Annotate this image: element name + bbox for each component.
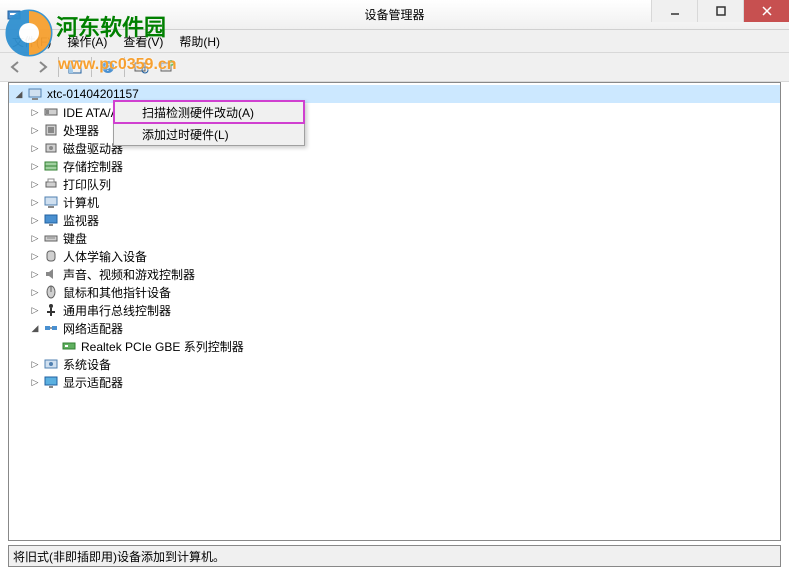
expand-icon[interactable]: ▷ [29, 124, 41, 136]
scan-hardware-button[interactable] [129, 55, 153, 79]
menu-help[interactable]: 帮助(H) [171, 31, 228, 52]
tree-item-network-adapter[interactable]: Realtek PCIe GBE 系列控制器 [9, 337, 780, 355]
expand-icon[interactable]: ▷ [29, 196, 41, 208]
tree-item-label: 网络适配器 [63, 320, 123, 337]
tree-item-label: 键盘 [63, 230, 87, 247]
keyboard-icon [43, 230, 59, 246]
statusbar-text: 将旧式(非即插即用)设备添加到计算机。 [13, 548, 225, 565]
expand-icon[interactable]: ▷ [29, 232, 41, 244]
context-item-label: 添加过时硬件(L) [142, 126, 229, 143]
tree-item[interactable]: ▷ 系统设备 [9, 355, 780, 373]
tree-item-label: 显示适配器 [63, 374, 123, 391]
tree-root-label: xtc-01404201157 [47, 87, 139, 101]
collapse-icon[interactable]: ◢ [13, 88, 25, 100]
toolbar-separator [58, 57, 59, 77]
ide-icon [43, 104, 59, 120]
tree-item-label: 通用串行总线控制器 [63, 302, 171, 319]
menu-action[interactable]: 操作(A) [59, 31, 115, 52]
tree-item-label: 监视器 [63, 212, 99, 229]
context-menu: 扫描检测硬件改动(A) 添加过时硬件(L) [113, 100, 305, 146]
tree-item[interactable]: ▷ 键盘 [9, 229, 780, 247]
forward-button[interactable] [30, 55, 54, 79]
tree-item-label: 人体学输入设备 [63, 248, 147, 265]
app-icon [6, 7, 22, 23]
back-button[interactable] [4, 55, 28, 79]
tree-item[interactable]: ▷ 通用串行总线控制器 [9, 301, 780, 319]
tree-item[interactable]: ▷ 计算机 [9, 193, 780, 211]
collapse-icon[interactable]: ◢ [29, 322, 41, 334]
computer-icon [43, 194, 59, 210]
tree-item-label: 鼠标和其他指针设备 [63, 284, 171, 301]
tree-item-label: 存储控制器 [63, 158, 123, 175]
expand-icon[interactable]: ▷ [29, 358, 41, 370]
expand-icon[interactable]: ▷ [29, 214, 41, 226]
hid-icon [43, 248, 59, 264]
expand-icon[interactable]: ▷ [29, 376, 41, 388]
tree-item-label: Realtek PCIe GBE 系列控制器 [81, 338, 244, 355]
toolbar: ? + [0, 52, 789, 82]
tree-item-label: 声音、视频和游戏控制器 [63, 266, 195, 283]
tree-item-label: 系统设备 [63, 356, 111, 373]
expand-icon[interactable]: ▷ [29, 304, 41, 316]
tree-item[interactable]: ▷ 鼠标和其他指针设备 [9, 283, 780, 301]
context-item-label: 扫描检测硬件改动(A) [142, 104, 254, 121]
menu-file[interactable]: 文件(F) [4, 31, 59, 52]
tree-item[interactable]: ▷ 监视器 [9, 211, 780, 229]
expand-icon[interactable]: ▷ [29, 250, 41, 262]
disk-icon [43, 140, 59, 156]
sound-icon [43, 266, 59, 282]
tree-item-network[interactable]: ◢ 网络适配器 [9, 319, 780, 337]
mouse-icon [43, 284, 59, 300]
svg-text:?: ? [105, 63, 111, 74]
add-hardware-button[interactable]: + [155, 55, 179, 79]
minimize-button[interactable] [651, 0, 697, 22]
show-hide-button[interactable] [63, 55, 87, 79]
tree-item[interactable]: ▷ 打印队列 [9, 175, 780, 193]
printer-icon [43, 176, 59, 192]
maximize-button[interactable] [697, 0, 743, 22]
tree-item-label: 处理器 [63, 122, 99, 139]
expand-icon[interactable]: ▷ [29, 268, 41, 280]
context-scan-hardware[interactable]: 扫描检测硬件改动(A) [114, 101, 304, 123]
close-button[interactable] [743, 0, 789, 22]
titlebar: 设备管理器 [0, 0, 789, 30]
toolbar-separator [124, 57, 125, 77]
svg-text:+: + [169, 59, 174, 68]
usb-icon [43, 302, 59, 318]
help-button[interactable]: ? [96, 55, 120, 79]
device-tree-panel: ◢ xtc-01404201157 ▷IDE ATA/ATAPI 控制器▷处理器… [8, 82, 781, 541]
tree-item[interactable]: ▷ 人体学输入设备 [9, 247, 780, 265]
tree-item-label: 打印队列 [63, 176, 111, 193]
display-icon [43, 374, 59, 390]
expand-icon[interactable]: ▷ [29, 178, 41, 190]
expand-icon[interactable]: ▷ [29, 106, 41, 118]
computer-icon [27, 86, 43, 102]
toolbar-separator [91, 57, 92, 77]
network-adapter-icon [61, 338, 77, 354]
system-icon [43, 356, 59, 372]
tree-item[interactable]: ▷ 声音、视频和游戏控制器 [9, 265, 780, 283]
storage-icon [43, 158, 59, 174]
menubar: 文件(F) 操作(A) 查看(V) 帮助(H) [0, 30, 789, 52]
window-title: 设备管理器 [364, 6, 424, 23]
tree-item[interactable]: ▷ 显示适配器 [9, 373, 780, 391]
expand-icon[interactable]: ▷ [29, 286, 41, 298]
expand-icon[interactable]: ▷ [29, 160, 41, 172]
monitor-icon [43, 212, 59, 228]
tree-item-label: 计算机 [63, 194, 99, 211]
tree-item[interactable]: ▷ 存储控制器 [9, 157, 780, 175]
cpu-icon [43, 122, 59, 138]
menu-view[interactable]: 查看(V) [115, 31, 171, 52]
network-icon [43, 320, 59, 336]
statusbar: 将旧式(非即插即用)设备添加到计算机。 [8, 545, 781, 567]
context-add-legacy[interactable]: 添加过时硬件(L) [114, 123, 304, 145]
expand-icon[interactable]: ▷ [29, 142, 41, 154]
